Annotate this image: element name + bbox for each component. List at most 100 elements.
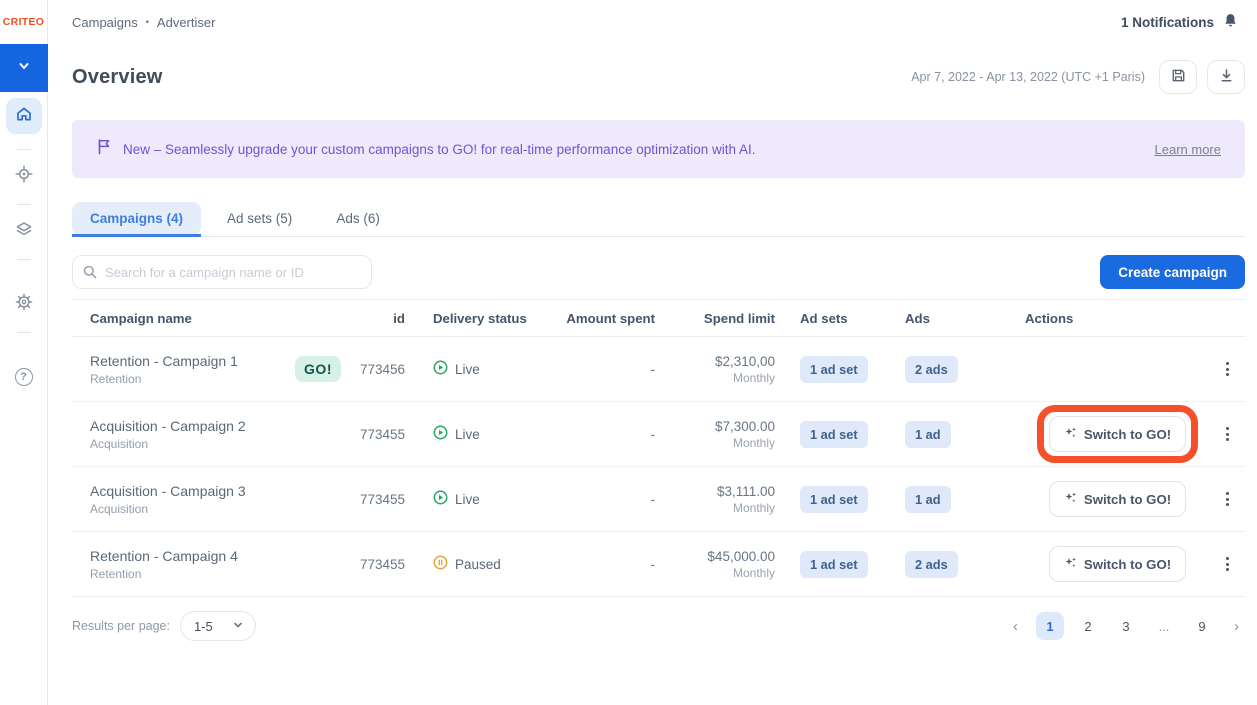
ads-badge: 1 ad	[905, 486, 951, 513]
save-report-button[interactable]	[1159, 60, 1197, 94]
table-row[interactable]: Retention - Campaign 4 Retention 773455 …	[72, 532, 1245, 597]
sidebar: CRITEO	[0, 0, 48, 705]
content: Overview Apr 7, 2022 - Apr 13, 2022 (UTC…	[48, 44, 1257, 641]
home-icon	[15, 105, 33, 128]
create-campaign-button[interactable]: Create campaign	[1100, 255, 1245, 289]
table-row[interactable]: Retention - Campaign 1 Retention GO! 773…	[72, 337, 1245, 402]
help-icon: ?	[15, 368, 33, 386]
flag-icon	[96, 138, 112, 160]
switch-to-go-button[interactable]: Switch to GO!	[1049, 546, 1186, 582]
table-row[interactable]: Acquisition - Campaign 2 Acquisition 773…	[72, 402, 1245, 467]
tab-ads-6[interactable]: Ads (6)	[318, 202, 398, 236]
paused-status-icon	[433, 555, 448, 573]
campaign-id: 773456	[355, 362, 405, 377]
breadcrumb-campaigns[interactable]: Campaigns	[72, 15, 138, 30]
delivery-status: Live	[455, 362, 480, 377]
table-row[interactable]: Acquisition - Campaign 3 Acquisition 773…	[72, 467, 1245, 532]
gear-icon	[15, 293, 33, 316]
ad-sets-badge: 1 ad set	[800, 421, 868, 448]
live-status-icon	[433, 425, 448, 443]
table-header: Campaign name id Delivery status Amount …	[72, 299, 1245, 337]
column-id: id	[355, 311, 405, 326]
row-menu-button[interactable]	[1222, 488, 1233, 510]
results-per-page-select[interactable]: 1-5	[180, 611, 256, 641]
next-page-button[interactable]: ›	[1228, 618, 1245, 635]
row-menu-button[interactable]	[1222, 423, 1233, 445]
search-input[interactable]	[72, 255, 372, 289]
results-per-page-label: Results per page:	[72, 619, 170, 633]
sidebar-item-assets[interactable]	[6, 218, 42, 244]
bell-icon	[1222, 12, 1239, 32]
column-delivery-status: Delivery status	[405, 311, 560, 326]
campaign-id: 773455	[355, 557, 405, 572]
main-area: Campaigns • Advertiser 1 Notifications O…	[48, 0, 1257, 705]
previous-page-button[interactable]: ‹	[1007, 618, 1024, 635]
go-badge: GO!	[295, 356, 341, 382]
page-3[interactable]: 3	[1112, 612, 1140, 640]
spend-period: Monthly	[655, 501, 775, 515]
switch-to-go-button[interactable]: Switch to GO!	[1049, 416, 1186, 452]
live-status-icon	[433, 490, 448, 508]
search-wrap	[72, 255, 372, 289]
download-button[interactable]	[1207, 60, 1245, 94]
ads-badge: 2 ads	[905, 551, 958, 578]
banner-text: New – Seamlessly upgrade your custom cam…	[123, 142, 756, 157]
chevron-down-icon	[16, 58, 32, 79]
breadcrumb: Campaigns • Advertiser	[72, 15, 215, 30]
tab-campaigns-4[interactable]: Campaigns (4)	[72, 202, 201, 236]
sidebar-item-home[interactable]	[6, 98, 42, 134]
ad-sets-badge: 1 ad set	[800, 486, 868, 513]
learn-more-link[interactable]: Learn more	[1155, 142, 1221, 157]
sparkles-icon	[1064, 491, 1077, 507]
sidebar-item-campaigns[interactable]	[6, 163, 42, 189]
sidebar-divider	[17, 204, 31, 205]
column-campaign-name: Campaign name	[72, 311, 355, 326]
breadcrumb-advertiser[interactable]: Advertiser	[157, 15, 216, 30]
spend-limit: $3,111.00	[655, 484, 775, 499]
amount-spent: -	[560, 427, 655, 442]
workspace-switcher[interactable]	[0, 44, 48, 92]
campaign-name: Retention - Campaign 4	[90, 548, 238, 564]
spend-limit: $2,310,00	[655, 354, 775, 369]
campaign-name: Acquisition - Campaign 2	[90, 418, 246, 434]
crosshair-icon	[15, 165, 33, 188]
campaign-type: Retention	[90, 567, 238, 581]
column-actions: Actions	[1025, 311, 1210, 326]
switch-to-go-label: Switch to GO!	[1084, 557, 1171, 572]
switch-to-go-highlight: Switch to GO!	[1049, 416, 1186, 452]
page-9[interactable]: 9	[1188, 612, 1216, 640]
results-per-page-value: 1-5	[194, 619, 213, 634]
amount-spent: -	[560, 362, 655, 377]
download-icon	[1218, 67, 1235, 87]
delivery-status: Live	[455, 492, 480, 507]
sidebar-item-help[interactable]: ?	[6, 364, 42, 390]
notifications-label: 1 Notifications	[1121, 15, 1214, 30]
row-menu-button[interactable]	[1222, 358, 1233, 380]
floppy-disk-icon	[1170, 67, 1187, 87]
page-1[interactable]: 1	[1036, 612, 1064, 640]
campaign-type: Acquisition	[90, 437, 246, 451]
tab-label: Ad sets (5)	[227, 211, 292, 226]
tab-ad-sets-5[interactable]: Ad sets (5)	[209, 202, 310, 236]
layers-icon	[15, 220, 33, 243]
campaign-type: Retention	[90, 372, 238, 386]
campaign-id: 773455	[355, 427, 405, 442]
sidebar-item-settings[interactable]	[6, 291, 42, 317]
ad-sets-badge: 1 ad set	[800, 356, 868, 383]
switch-to-go-highlight: Switch to GO!	[1049, 546, 1186, 582]
ads-badge: 2 ads	[905, 356, 958, 383]
app: CRITEO	[0, 0, 1257, 705]
page-2[interactable]: 2	[1074, 612, 1102, 640]
row-menu-button[interactable]	[1222, 553, 1233, 575]
tab-label: Campaigns (4)	[90, 211, 183, 226]
column-ads: Ads	[905, 311, 1025, 326]
breadcrumb-separator: •	[146, 17, 149, 27]
criteo-logo: CRITEO	[3, 0, 44, 44]
notifications-button[interactable]: 1 Notifications	[1121, 12, 1239, 32]
switch-to-go-button[interactable]: Switch to GO!	[1049, 481, 1186, 517]
tab-label: Ads (6)	[336, 211, 380, 226]
date-range[interactable]: Apr 7, 2022 - Apr 13, 2022 (UTC +1 Paris…	[911, 70, 1145, 84]
delivery-status: Paused	[455, 557, 501, 572]
switch-to-go-label: Switch to GO!	[1084, 492, 1171, 507]
ads-badge: 1 ad	[905, 421, 951, 448]
